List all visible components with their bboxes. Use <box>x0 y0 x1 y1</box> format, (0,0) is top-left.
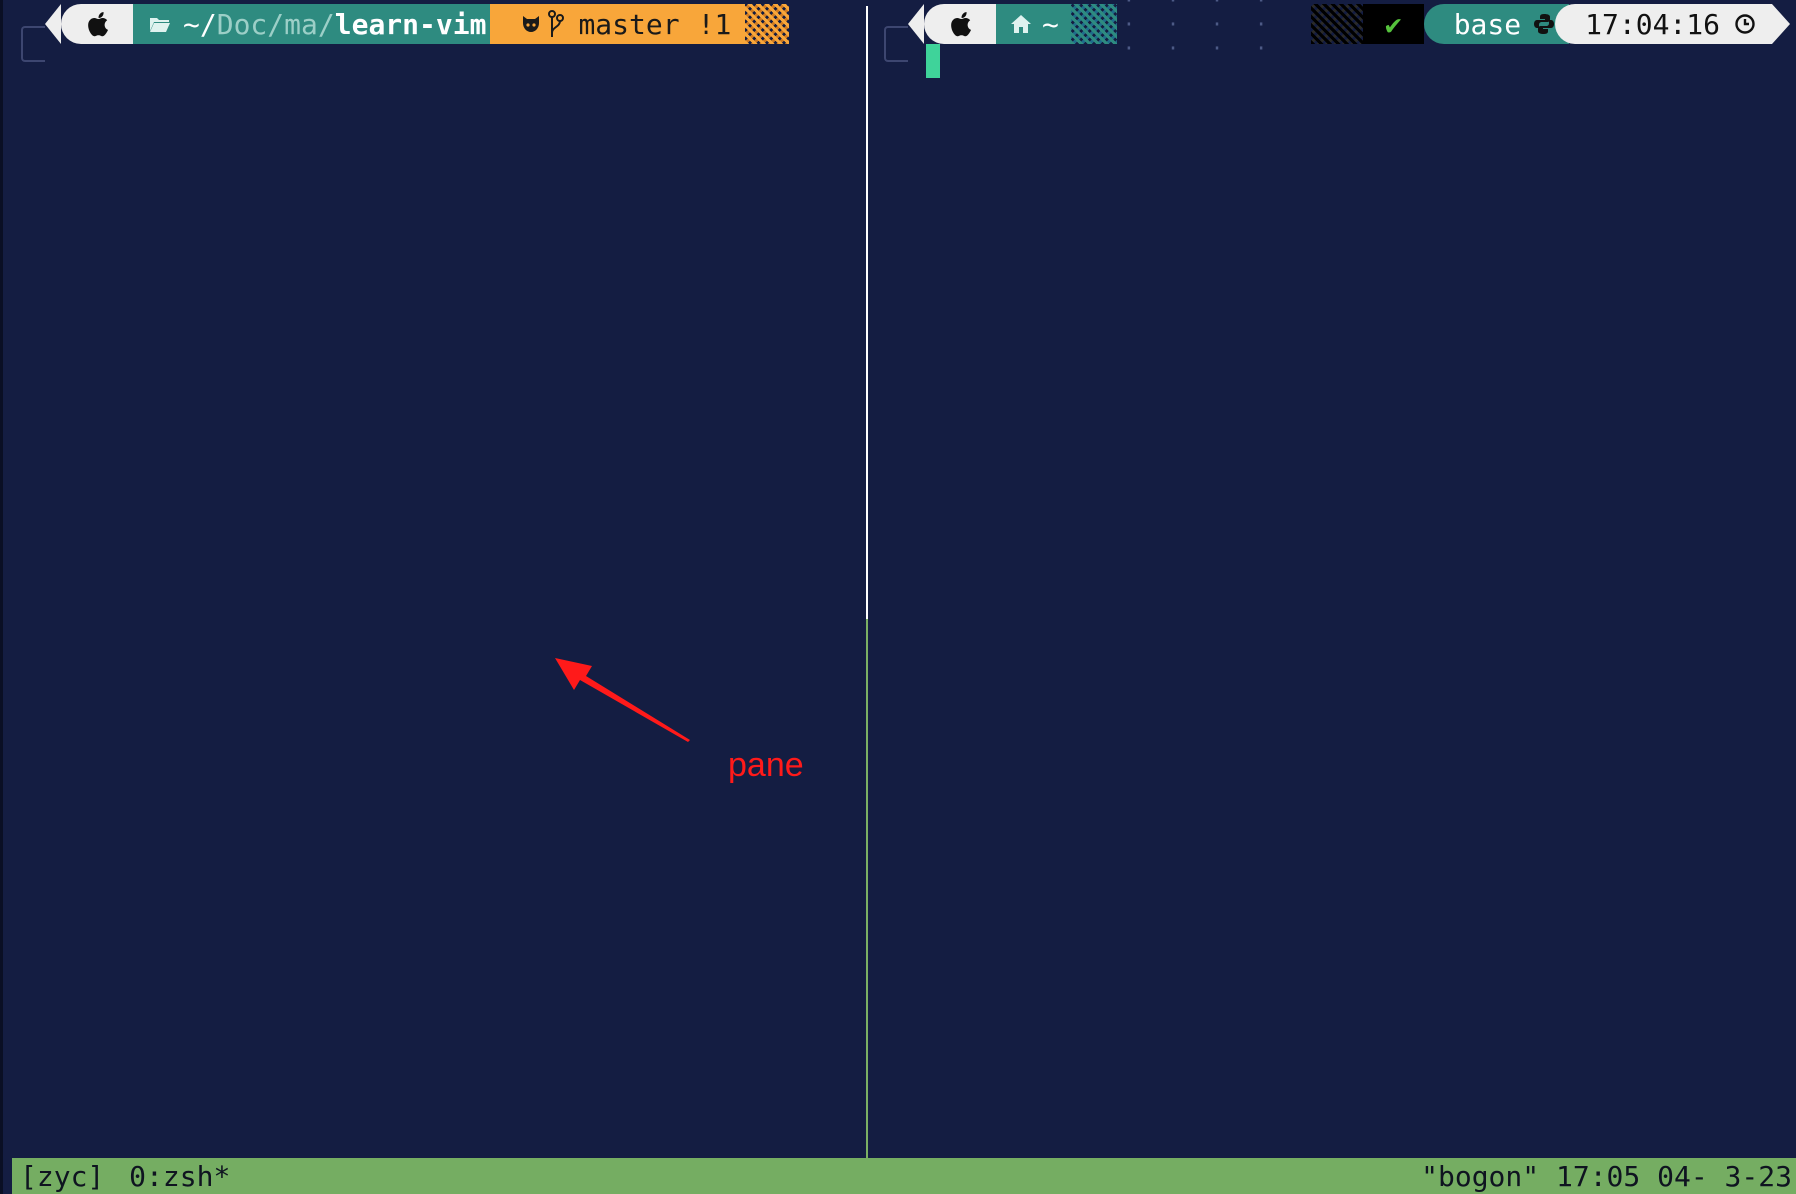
time-segment: 17:04:16 <box>1555 4 1772 44</box>
tmux-status-bar: [zyc] 0:zsh* "bogon" 17:05 04- 3-23 <box>12 1158 1796 1194</box>
conda-env-segment: base <box>1423 4 1570 44</box>
status-left: [zyc] 0:zsh* <box>12 1160 238 1193</box>
right-pane[interactable]: ~ · · · · · · · · · · · · ✔ base 17:04:1… <box>872 0 1796 1158</box>
github-icon <box>520 14 542 34</box>
prompt-bracket <box>21 26 45 62</box>
prompt-fade <box>1070 4 1117 44</box>
os-segment <box>61 4 133 44</box>
pane-divider[interactable] <box>866 6 868 619</box>
left-prompt-bar: ~/Doc/ma/learn-vim master !1 <box>45 4 790 44</box>
terminal-cursor <box>926 44 940 78</box>
terminal-window: ~/Doc/ma/learn-vim master !1 ~ · · · · ·… <box>0 0 1796 1194</box>
path-home: ~ <box>1042 7 1059 41</box>
path-segment: ~/Doc/ma/learn-vim <box>133 4 513 44</box>
prompt-cap-right <box>1772 4 1790 44</box>
prompt-bracket <box>884 26 908 62</box>
branch-name: master <box>578 7 680 41</box>
left-pane[interactable]: ~/Doc/ma/learn-vim master !1 <box>3 0 865 1158</box>
path-home: ~/ <box>183 7 217 41</box>
session-name: [zyc] <box>20 1159 105 1193</box>
git-segment: master !1 <box>490 4 746 44</box>
prompt-cap <box>908 4 924 44</box>
clock-icon <box>1734 13 1756 35</box>
python-icon <box>1533 13 1555 35</box>
conda-env: base <box>1453 7 1522 41</box>
prompt-time: 17:04:16 <box>1585 7 1720 41</box>
right-prompt-bar: ~ · · · · · · · · · · · · ✔ base 17:04:1… <box>908 0 1790 60</box>
annotation-arrow-icon <box>555 658 690 742</box>
annotation-label: pane <box>728 746 804 784</box>
git-changes: !1 <box>697 7 732 41</box>
home-icon <box>1010 14 1032 34</box>
branch-icon <box>548 10 565 38</box>
apple-icon <box>87 11 111 37</box>
window-tab[interactable]: 0:zsh* <box>125 1160 234 1193</box>
prompt-filler: · · · · · · · · · · · · <box>1122 0 1278 60</box>
prompt-fade <box>745 4 790 44</box>
pane-divider-active[interactable] <box>866 619 868 1158</box>
home-segment: ~ <box>996 4 1071 44</box>
folder-icon <box>149 15 171 33</box>
path-current-dir: learn-vim <box>334 7 487 41</box>
apple-icon <box>950 11 974 37</box>
status-right: "bogon" 17:05 04- 3-23 <box>1421 1159 1792 1193</box>
path-parent: Doc/ma/ <box>216 7 335 41</box>
exit-status: ✔ <box>1362 4 1424 44</box>
prompt-fade-right <box>1310 4 1363 44</box>
os-segment <box>924 4 996 44</box>
prompt-cap <box>45 4 61 44</box>
